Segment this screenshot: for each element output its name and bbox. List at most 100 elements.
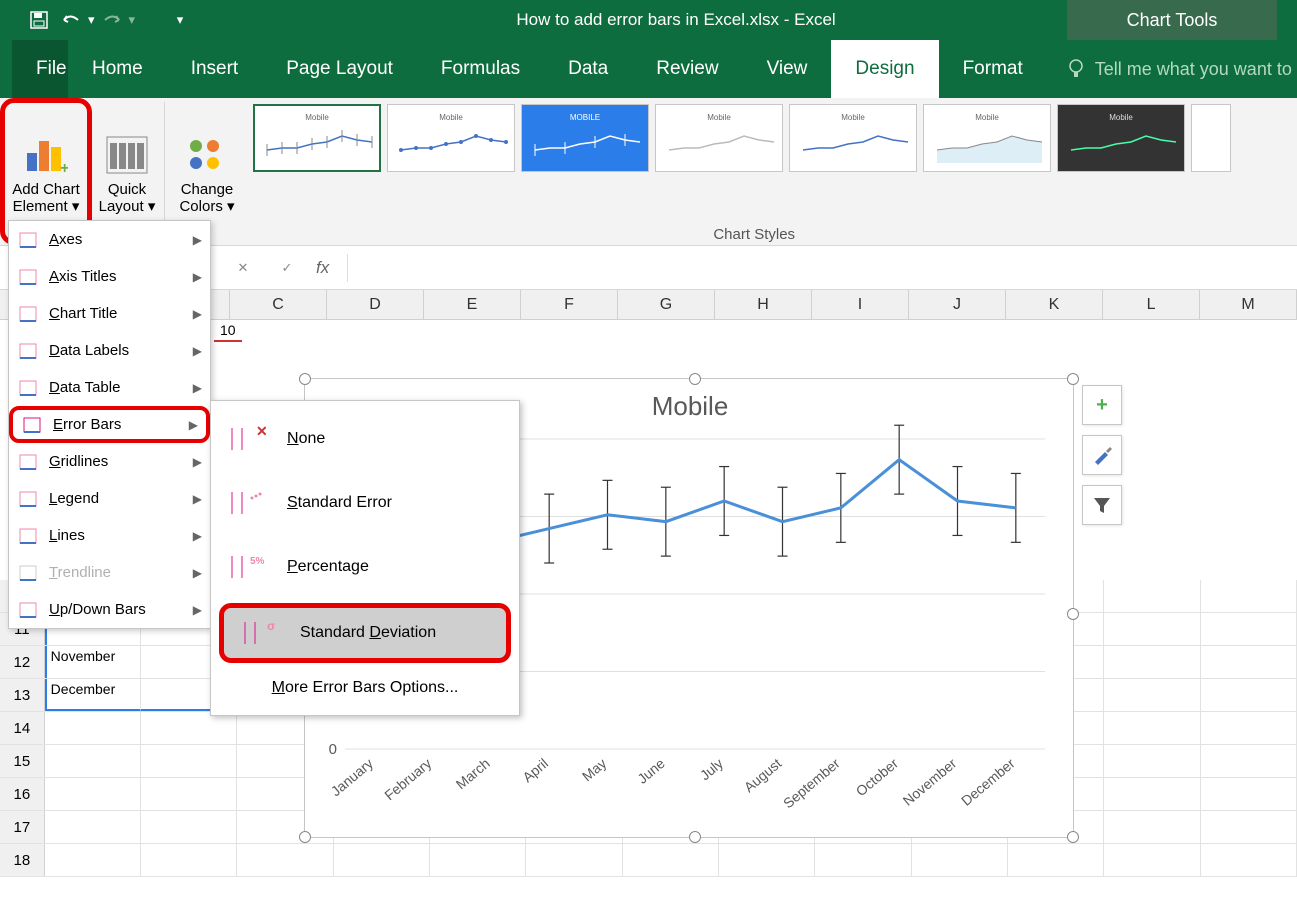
row-header-13[interactable]: 13 — [0, 679, 45, 711]
row-header-18[interactable]: 18 — [0, 844, 45, 876]
column-header-E[interactable]: E — [424, 290, 521, 319]
cell[interactable] — [45, 745, 141, 777]
redo-button[interactable] — [97, 5, 127, 35]
cell[interactable] — [1008, 844, 1104, 876]
chart-title[interactable]: Mobile — [652, 391, 729, 421]
menu-item-gridlines[interactable]: Gridlines▶ — [9, 443, 210, 480]
cell[interactable] — [1201, 580, 1297, 612]
cell[interactable] — [1104, 745, 1200, 777]
row-header-14[interactable]: 14 — [0, 712, 45, 744]
menu-item-updown-bars[interactable]: Up/Down Bars▶ — [9, 591, 210, 628]
column-header-D[interactable]: D — [327, 290, 424, 319]
chart-style-3[interactable]: MOBILE — [521, 104, 649, 172]
tab-file[interactable]: File — [12, 40, 68, 98]
cell[interactable] — [1201, 778, 1297, 810]
tab-format[interactable]: Format — [939, 40, 1047, 98]
tell-me-search[interactable]: Tell me what you want to — [1067, 58, 1292, 80]
resize-handle[interactable] — [1067, 608, 1079, 620]
cell[interactable] — [45, 778, 141, 810]
column-header-M[interactable]: M — [1200, 290, 1297, 319]
cell[interactable] — [45, 844, 141, 876]
cell[interactable] — [45, 811, 141, 843]
column-header-C[interactable]: C — [230, 290, 327, 319]
cell[interactable] — [719, 844, 815, 876]
column-header-I[interactable]: I — [812, 290, 909, 319]
cell[interactable]: December — [45, 679, 141, 711]
column-header-H[interactable]: H — [715, 290, 812, 319]
menu-item-lines[interactable]: Lines▶ — [9, 517, 210, 554]
resize-handle[interactable] — [1067, 373, 1079, 385]
cell[interactable] — [237, 844, 333, 876]
cell[interactable] — [334, 844, 430, 876]
cell[interactable] — [1201, 811, 1297, 843]
cell[interactable] — [141, 844, 237, 876]
cell[interactable] — [1104, 679, 1200, 711]
column-header-F[interactable]: F — [521, 290, 618, 319]
chart-filters-button[interactable] — [1082, 485, 1122, 525]
tab-review[interactable]: Review — [632, 40, 742, 98]
menu-item-data-labels[interactable]: Data Labels▶ — [9, 332, 210, 369]
chart-elements-button[interactable]: + — [1082, 385, 1122, 425]
row-header-17[interactable]: 17 — [0, 811, 45, 843]
chart-style-1[interactable]: Mobile — [253, 104, 381, 172]
cell[interactable] — [430, 844, 526, 876]
errorbars-percentage[interactable]: 5%Percentage — [211, 535, 519, 599]
chart-style-4[interactable]: Mobile — [655, 104, 783, 172]
cell[interactable] — [1104, 646, 1200, 678]
chart-style-6[interactable]: Mobile — [923, 104, 1051, 172]
cell[interactable] — [1104, 844, 1200, 876]
cell[interactable] — [45, 712, 141, 744]
formula-input[interactable] — [347, 254, 1297, 282]
undo-button[interactable] — [56, 5, 86, 35]
cancel-formula-button[interactable]: ✕ — [228, 253, 258, 283]
cell[interactable] — [526, 844, 622, 876]
cell[interactable]: November — [45, 646, 141, 678]
column-header-J[interactable]: J — [909, 290, 1006, 319]
qat-customize[interactable]: ▾ — [165, 5, 195, 35]
resize-handle[interactable] — [689, 373, 701, 385]
tab-page-layout[interactable]: Page Layout — [262, 40, 417, 98]
cell[interactable] — [141, 712, 237, 744]
chart-styles-button[interactable] — [1082, 435, 1122, 475]
resize-handle[interactable] — [689, 831, 701, 843]
cell[interactable] — [1201, 679, 1297, 711]
cell[interactable] — [1201, 712, 1297, 744]
menu-item-axes[interactable]: Axes▶ — [9, 221, 210, 258]
resize-handle[interactable] — [299, 831, 311, 843]
row-header-12[interactable]: 12 — [0, 646, 45, 678]
resize-handle[interactable] — [1067, 831, 1079, 843]
chart-style-2[interactable]: Mobile — [387, 104, 515, 172]
chart-style-8[interactable] — [1191, 104, 1231, 172]
cell[interactable] — [1201, 613, 1297, 645]
cell[interactable] — [1104, 613, 1200, 645]
column-header-K[interactable]: K — [1006, 290, 1103, 319]
cell[interactable] — [141, 811, 237, 843]
chart-style-5[interactable]: Mobile — [789, 104, 917, 172]
cell[interactable] — [1104, 580, 1200, 612]
cell[interactable] — [623, 844, 719, 876]
errorbars-std-error[interactable]: Standard Error — [211, 471, 519, 535]
tab-insert[interactable]: Insert — [167, 40, 263, 98]
cell[interactable] — [141, 778, 237, 810]
menu-item-error-bars[interactable]: Error Bars▶ — [9, 406, 210, 443]
column-header-G[interactable]: G — [618, 290, 715, 319]
menu-item-data-table[interactable]: Data Table▶ — [9, 369, 210, 406]
more-error-bars-options[interactable]: More Error Bars Options... — [211, 667, 519, 709]
tab-data[interactable]: Data — [544, 40, 632, 98]
enter-formula-button[interactable]: ✓ — [272, 253, 302, 283]
cell[interactable] — [815, 844, 911, 876]
errorbars-std-dev[interactable]: σStandard Deviation — [219, 603, 511, 663]
tab-home[interactable]: Home — [68, 40, 167, 98]
tab-design[interactable]: Design — [831, 40, 938, 98]
cell[interactable] — [1104, 712, 1200, 744]
menu-item-axis-titles[interactable]: Axis Titles▶ — [9, 258, 210, 295]
cell[interactable] — [1201, 646, 1297, 678]
tab-formulas[interactable]: Formulas — [417, 40, 544, 98]
errorbars-none[interactable]: ✕None — [211, 407, 519, 471]
column-header-L[interactable]: L — [1103, 290, 1200, 319]
save-button[interactable] — [24, 5, 54, 35]
row-header-16[interactable]: 16 — [0, 778, 45, 810]
row-header-15[interactable]: 15 — [0, 745, 45, 777]
cell[interactable] — [912, 844, 1008, 876]
menu-item-legend[interactable]: Legend▶ — [9, 480, 210, 517]
